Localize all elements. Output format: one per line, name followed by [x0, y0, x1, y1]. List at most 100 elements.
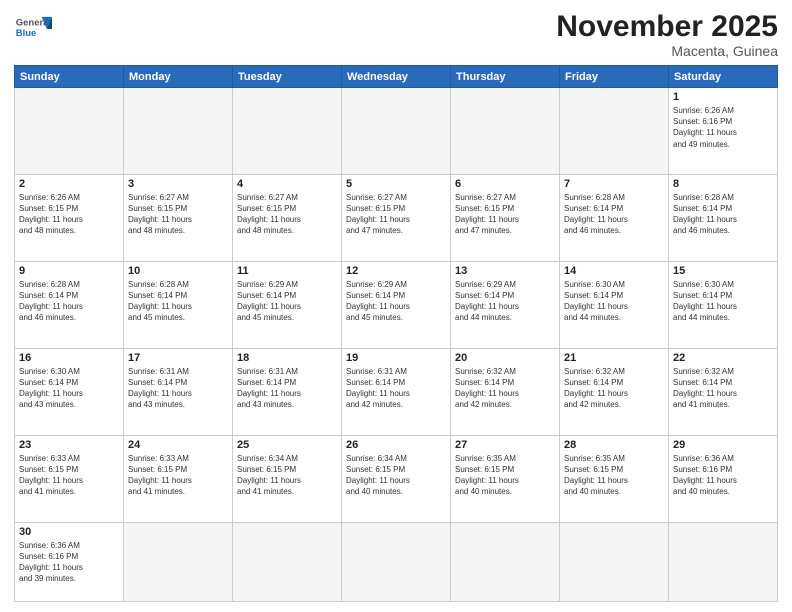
- calendar-cell: [342, 522, 451, 601]
- calendar-week-row: 9 Sunrise: 6:28 AMSunset: 6:14 PMDaylight…: [15, 261, 778, 348]
- day-info: Sunrise: 6:34 AMSunset: 6:15 PMDaylight:…: [346, 454, 410, 497]
- day-info: Sunrise: 6:32 AMSunset: 6:14 PMDaylight:…: [673, 367, 737, 410]
- col-thursday: Thursday: [451, 66, 560, 88]
- day-number: 3: [128, 178, 228, 190]
- calendar-cell: [124, 522, 233, 601]
- day-info: Sunrise: 6:32 AMSunset: 6:14 PMDaylight:…: [564, 367, 628, 410]
- day-info: Sunrise: 6:28 AMSunset: 6:14 PMDaylight:…: [564, 193, 628, 236]
- day-number: 2: [19, 178, 119, 190]
- calendar-week-row: 30 Sunrise: 6:36 AMSunset: 6:16 PMDayligh…: [15, 522, 778, 601]
- day-number: 1: [673, 91, 773, 103]
- col-sunday: Sunday: [15, 66, 124, 88]
- calendar-cell: 28Sunrise: 6:35 AMSunset: 6:15 PMDayligh…: [560, 435, 669, 522]
- day-info: Sunrise: 6:27 AMSunset: 6:15 PMDaylight:…: [346, 193, 410, 236]
- calendar-cell: [15, 88, 124, 175]
- page: General Blue November 2025 Macenta, Guin…: [0, 0, 792, 612]
- day-info: Sunrise: 6:26 AMSunset: 6:15 PMDaylight:…: [19, 193, 83, 236]
- day-info: Sunrise: 6:29 AMSunset: 6:14 PMDaylight:…: [455, 280, 519, 323]
- calendar-cell: 13 Sunrise: 6:29 AMSunset: 6:14 PMDayligh…: [451, 261, 560, 348]
- day-info: Sunrise: 6:28 AMSunset: 6:14 PMDaylight:…: [673, 193, 737, 236]
- calendar-cell: 23Sunrise: 6:33 AMSunset: 6:15 PMDayligh…: [15, 435, 124, 522]
- day-number: 6: [455, 178, 555, 190]
- day-number: 9: [19, 265, 119, 277]
- day-info: Sunrise: 6:35 AMSunset: 6:15 PMDaylight:…: [455, 454, 519, 497]
- day-number: 8: [673, 178, 773, 190]
- day-info: Sunrise: 6:30 AMSunset: 6:14 PMDaylight:…: [673, 280, 737, 323]
- calendar-cell: 21Sunrise: 6:32 AMSunset: 6:14 PMDayligh…: [560, 348, 669, 435]
- calendar-cell: 25Sunrise: 6:34 AMSunset: 6:15 PMDayligh…: [233, 435, 342, 522]
- day-info: Sunrise: 6:29 AMSunset: 6:14 PMDaylight:…: [237, 280, 301, 323]
- day-number: 30: [19, 526, 119, 538]
- day-number: 15: [673, 265, 773, 277]
- day-info: Sunrise: 6:33 AMSunset: 6:15 PMDaylight:…: [128, 454, 192, 497]
- day-info: Sunrise: 6:31 AMSunset: 6:14 PMDaylight:…: [346, 367, 410, 410]
- day-number: 16: [19, 352, 119, 364]
- col-friday: Friday: [560, 66, 669, 88]
- col-saturday: Saturday: [669, 66, 778, 88]
- day-info: Sunrise: 6:30 AMSunset: 6:14 PMDaylight:…: [564, 280, 628, 323]
- day-info: Sunrise: 6:27 AMSunset: 6:15 PMDaylight:…: [128, 193, 192, 236]
- day-number: 7: [564, 178, 664, 190]
- calendar-cell: [233, 522, 342, 601]
- calendar-cell: 7 Sunrise: 6:28 AMSunset: 6:14 PMDaylight…: [560, 174, 669, 261]
- header: General Blue November 2025 Macenta, Guin…: [14, 10, 778, 59]
- calendar-cell: [233, 88, 342, 175]
- calendar-cell: 6 Sunrise: 6:27 AMSunset: 6:15 PMDaylight…: [451, 174, 560, 261]
- calendar-cell: [342, 88, 451, 175]
- calendar-cell: 5Sunrise: 6:27 AMSunset: 6:15 PMDaylight…: [342, 174, 451, 261]
- calendar-cell: [560, 88, 669, 175]
- calendar-week-row: 16Sunrise: 6:30 AMSunset: 6:14 PMDayligh…: [15, 348, 778, 435]
- day-number: 26: [346, 439, 446, 451]
- calendar-cell: 22 Sunrise: 6:32 AMSunset: 6:14 PMDayligh…: [669, 348, 778, 435]
- calendar-cell: 10Sunrise: 6:28 AMSunset: 6:14 PMDayligh…: [124, 261, 233, 348]
- day-number: 13: [455, 265, 555, 277]
- day-number: 25: [237, 439, 337, 451]
- day-info: Sunrise: 6:36 AMSunset: 6:16 PMDaylight:…: [673, 454, 737, 497]
- calendar-cell: 27 Sunrise: 6:35 AMSunset: 6:15 PMDayligh…: [451, 435, 560, 522]
- calendar-week-row: 2 Sunrise: 6:26 AMSunset: 6:15 PMDaylight…: [15, 174, 778, 261]
- day-number: 20: [455, 352, 555, 364]
- day-info: Sunrise: 6:28 AMSunset: 6:14 PMDaylight:…: [128, 280, 192, 323]
- calendar-cell: 30 Sunrise: 6:36 AMSunset: 6:16 PMDayligh…: [15, 522, 124, 601]
- calendar-cell: 8 Sunrise: 6:28 AMSunset: 6:14 PMDaylight…: [669, 174, 778, 261]
- day-info: Sunrise: 6:29 AMSunset: 6:14 PMDaylight:…: [346, 280, 410, 323]
- day-info: Sunrise: 6:36 AMSunset: 6:16 PMDaylight:…: [19, 541, 83, 584]
- day-number: 22: [673, 352, 773, 364]
- day-info: Sunrise: 6:33 AMSunset: 6:15 PMDaylight:…: [19, 454, 83, 497]
- calendar-cell: 1 Sunrise: 6:26 AMSunset: 6:16 PMDaylight…: [669, 88, 778, 175]
- day-info: Sunrise: 6:31 AMSunset: 6:14 PMDaylight:…: [128, 367, 192, 410]
- calendar-cell: 11Sunrise: 6:29 AMSunset: 6:14 PMDayligh…: [233, 261, 342, 348]
- calendar-cell: 24 Sunrise: 6:33 AMSunset: 6:15 PMDayligh…: [124, 435, 233, 522]
- day-info: Sunrise: 6:27 AMSunset: 6:15 PMDaylight:…: [455, 193, 519, 236]
- calendar-cell: 17Sunrise: 6:31 AMSunset: 6:14 PMDayligh…: [124, 348, 233, 435]
- calendar-cell: 14 Sunrise: 6:30 AMSunset: 6:14 PMDayligh…: [560, 261, 669, 348]
- main-title: November 2025: [556, 10, 778, 43]
- calendar-cell: 3 Sunrise: 6:27 AMSunset: 6:15 PMDaylight…: [124, 174, 233, 261]
- logo: General Blue: [14, 10, 52, 48]
- col-tuesday: Tuesday: [233, 66, 342, 88]
- day-number: 24: [128, 439, 228, 451]
- day-number: 19: [346, 352, 446, 364]
- day-info: Sunrise: 6:26 AMSunset: 6:16 PMDaylight:…: [673, 106, 737, 149]
- calendar-week-row: 1 Sunrise: 6:26 AMSunset: 6:16 PMDaylight…: [15, 88, 778, 175]
- calendar-week-row: 23Sunrise: 6:33 AMSunset: 6:15 PMDayligh…: [15, 435, 778, 522]
- calendar-cell: 12Sunrise: 6:29 AMSunset: 6:14 PMDayligh…: [342, 261, 451, 348]
- calendar-cell: 20 Sunrise: 6:32 AMSunset: 6:14 PMDayligh…: [451, 348, 560, 435]
- calendar-cell: 29Sunrise: 6:36 AMSunset: 6:16 PMDayligh…: [669, 435, 778, 522]
- calendar-header-row: Sunday Monday Tuesday Wednesday Thursday…: [15, 66, 778, 88]
- day-number: 4: [237, 178, 337, 190]
- title-block: November 2025 Macenta, Guinea: [556, 10, 778, 59]
- calendar-cell: 16Sunrise: 6:30 AMSunset: 6:14 PMDayligh…: [15, 348, 124, 435]
- calendar-cell: 2 Sunrise: 6:26 AMSunset: 6:15 PMDaylight…: [15, 174, 124, 261]
- col-monday: Monday: [124, 66, 233, 88]
- calendar-cell: [124, 88, 233, 175]
- day-number: 18: [237, 352, 337, 364]
- day-number: 27: [455, 439, 555, 451]
- calendar-cell: [560, 522, 669, 601]
- day-info: Sunrise: 6:35 AMSunset: 6:15 PMDaylight:…: [564, 454, 628, 497]
- day-number: 14: [564, 265, 664, 277]
- svg-text:Blue: Blue: [16, 28, 37, 39]
- calendar-cell: 19 Sunrise: 6:31 AMSunset: 6:14 PMDayligh…: [342, 348, 451, 435]
- day-info: Sunrise: 6:32 AMSunset: 6:14 PMDaylight:…: [455, 367, 519, 410]
- calendar: Sunday Monday Tuesday Wednesday Thursday…: [14, 65, 778, 602]
